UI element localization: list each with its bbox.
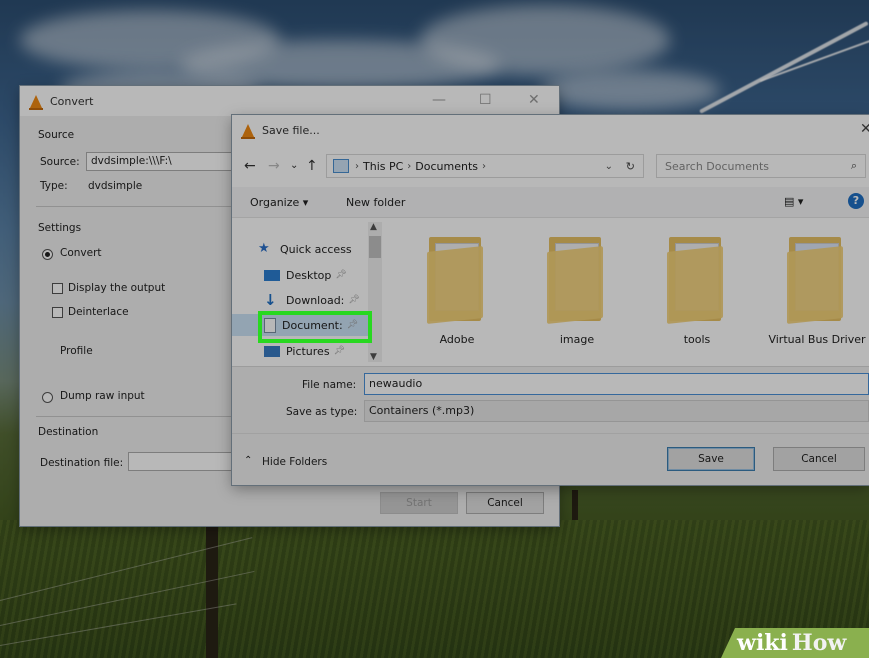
up-arrow-icon[interactable]: ↑ [306, 158, 318, 174]
dump-raw-label: Dump raw input [60, 390, 145, 402]
nav-item-quick-access[interactable]: ★ Quick access [258, 238, 352, 260]
vlc-cone-icon [241, 123, 255, 139]
folder-item-adobe[interactable] [417, 235, 495, 324]
address-dropdown-icon[interactable]: ⌄ [605, 161, 613, 172]
vlc-cone-icon [29, 94, 43, 110]
documents-highlight-box [258, 311, 372, 343]
file-name-input[interactable]: newaudio [364, 373, 869, 395]
close-icon[interactable]: ✕ [528, 92, 540, 108]
nav-item-pictures[interactable]: Pictures 📌︎ [264, 340, 345, 362]
folder-item-tools[interactable] [657, 235, 735, 324]
search-box[interactable]: Search Documents ⌕ [656, 154, 866, 178]
wikihow-logo: wiki How [721, 628, 869, 658]
form-divider [232, 366, 869, 367]
desktop-icon [264, 269, 280, 281]
type-value: dvdsimple [88, 180, 143, 192]
save-as-type-select[interactable]: Containers (*.mp3) [364, 400, 869, 422]
destination-file-label: Destination file: [40, 457, 124, 469]
breadcrumb-this-pc[interactable]: This PC [363, 160, 403, 173]
save-dialog-close-icon[interactable]: ✕ [860, 121, 869, 137]
pin-icon: 📌︎ [348, 295, 360, 305]
destination-file-field[interactable] [128, 452, 238, 471]
display-output-label: Display the output [68, 282, 166, 294]
scroll-up-icon[interactable]: ▲ [370, 222, 377, 232]
nav-scrollbar-thumb[interactable] [369, 236, 381, 258]
download-icon: ↓ [264, 291, 277, 309]
maximize-icon[interactable]: ☐ [479, 92, 492, 108]
wikihow-logo-how: How [791, 630, 847, 656]
breadcrumb-documents[interactable]: Documents [415, 160, 478, 173]
start-button[interactable]: Start [380, 492, 458, 514]
save-dialog-cancel-button[interactable]: Cancel [773, 447, 865, 471]
pin-icon: 📌︎ [333, 346, 345, 356]
pin-icon: 📌︎ [335, 270, 347, 280]
folder-label-image: image [559, 333, 595, 346]
footer-divider [232, 433, 869, 434]
convert-cancel-button[interactable]: Cancel [466, 492, 544, 514]
file-name-label: File name: [302, 379, 357, 391]
refresh-icon[interactable]: ↻ [626, 160, 635, 173]
save-file-dialog: Save file... ✕ ← → ⌄ ↑ › This PC › Docum… [232, 115, 869, 485]
save-dialog-titlebar: Save file... [232, 115, 869, 145]
search-input[interactable]: Search Documents [665, 160, 769, 173]
hide-folders-button[interactable]: Hide Folders [262, 456, 327, 468]
nav-item-downloads[interactable]: ↓ Download: 📌︎ [264, 289, 360, 311]
folder-label-adobe: Adobe [439, 333, 475, 346]
nav-item-desktop[interactable]: Desktop 📌︎ [264, 264, 347, 286]
search-icon: ⌕ [850, 159, 857, 172]
save-as-type-label: Save as type: [286, 406, 358, 418]
navigation-pane: ▲ ▼ ★ Quick access Desktop 📌︎ ↓ Download… [232, 218, 384, 366]
back-arrow-icon[interactable]: ← [244, 158, 256, 174]
convert-radio[interactable] [42, 249, 53, 260]
folder-item-image[interactable] [537, 235, 615, 324]
deinterlace-label: Deinterlace [68, 306, 129, 318]
pictures-icon [264, 345, 280, 357]
organize-menu[interactable]: Organize ▾ [250, 196, 308, 209]
command-bar [232, 187, 869, 218]
save-dialog-title: Save file... [262, 123, 320, 137]
wikihow-logo-wiki: wiki [737, 630, 788, 656]
star-icon: ★ [258, 241, 270, 256]
nav-item-label: Desktop [286, 268, 332, 282]
this-pc-icon [333, 159, 349, 173]
nav-item-label: Pictures [286, 344, 330, 358]
minimize-icon[interactable]: — [432, 92, 446, 108]
dump-raw-radio[interactable] [42, 392, 53, 403]
nav-item-label: Quick access [280, 242, 352, 256]
source-label: Source: [40, 156, 80, 168]
convert-window-title: Convert [50, 94, 94, 108]
profile-label: Profile [60, 345, 93, 357]
hide-folders-chevron-icon[interactable]: ⌃ [244, 455, 252, 466]
new-folder-button[interactable]: New folder [346, 196, 405, 209]
settings-section-label: Settings [38, 222, 82, 234]
save-button[interactable]: Save [667, 447, 755, 471]
source-section-label: Source [38, 129, 75, 141]
type-label: Type: [40, 180, 68, 192]
nav-item-label: Download: [286, 293, 345, 307]
destination-section-label: Destination [38, 426, 99, 438]
display-output-checkbox[interactable] [52, 283, 63, 294]
scroll-down-icon[interactable]: ▼ [370, 352, 377, 362]
settings-divider [36, 416, 236, 417]
source-field[interactable]: dvdsimple:\\\F:\ [86, 152, 236, 171]
folder-item-virtual-bus-driver[interactable] [777, 235, 855, 324]
help-icon[interactable]: ? [848, 193, 864, 209]
recent-locations-icon[interactable]: ⌄ [290, 160, 298, 171]
address-bar[interactable]: › This PC › Documents › ⌄ ↻ [326, 154, 644, 178]
forward-arrow-icon[interactable]: → [268, 158, 280, 174]
deinterlace-checkbox[interactable] [52, 307, 63, 318]
convert-radio-label: Convert [60, 247, 102, 259]
view-options-icon[interactable]: ▤ ▾ [784, 195, 803, 208]
source-divider [36, 206, 236, 207]
folder-label-tools: tools [683, 333, 711, 346]
folder-label-virtual-bus-driver: Virtual Bus Driver [768, 333, 866, 346]
